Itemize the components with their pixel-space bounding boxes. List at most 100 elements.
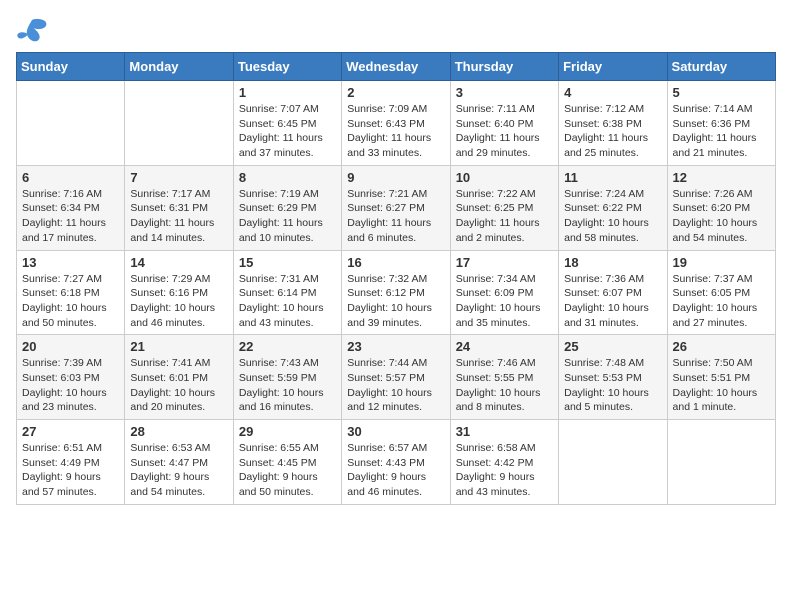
header-sunday: Sunday	[17, 53, 125, 81]
calendar-week-4: 20 Sunrise: 7:39 AM Sunset: 6:03 PM Dayli…	[17, 335, 776, 420]
day-number: 18	[564, 255, 661, 270]
day-number: 15	[239, 255, 336, 270]
header-wednesday: Wednesday	[342, 53, 450, 81]
calendar-cell: 27 Sunrise: 6:51 AM Sunset: 4:49 PM Dayli…	[17, 420, 125, 505]
day-info: Sunrise: 6:55 AM Sunset: 4:45 PM Dayligh…	[239, 441, 336, 500]
calendar-cell: 10Sunrise: 7:22 AM Sunset: 6:25 PM Dayli…	[450, 165, 558, 250]
day-number: 25	[564, 339, 661, 354]
day-number: 17	[456, 255, 553, 270]
day-number: 22	[239, 339, 336, 354]
day-info: Sunrise: 6:58 AM Sunset: 4:42 PM Dayligh…	[456, 441, 553, 500]
calendar-cell: 2Sunrise: 7:09 AM Sunset: 6:43 PM Daylig…	[342, 81, 450, 166]
calendar-cell: 16 Sunrise: 7:32 AM Sunset: 6:12 PM Dayli…	[342, 250, 450, 335]
calendar-cell: 26 Sunrise: 7:50 AM Sunset: 5:51 PM Dayli…	[667, 335, 775, 420]
calendar-cell: 24 Sunrise: 7:46 AM Sunset: 5:55 PM Dayli…	[450, 335, 558, 420]
calendar-week-1: 1 Sunrise: 7:07 AM Sunset: 6:45 PM Daylig…	[17, 81, 776, 166]
header-friday: Friday	[559, 53, 667, 81]
day-number: 11	[564, 170, 661, 185]
day-info: Sunrise: 7:16 AM Sunset: 6:34 PM Dayligh…	[22, 187, 119, 246]
calendar-cell: 25 Sunrise: 7:48 AM Sunset: 5:53 PM Dayli…	[559, 335, 667, 420]
day-info: Sunrise: 7:36 AM Sunset: 6:07 PM Dayligh…	[564, 272, 661, 331]
day-info: Sunrise: 6:57 AM Sunset: 4:43 PM Dayligh…	[347, 441, 444, 500]
calendar-cell: 19Sunrise: 7:37 AM Sunset: 6:05 PM Dayli…	[667, 250, 775, 335]
calendar-cell: 9Sunrise: 7:21 AM Sunset: 6:27 PM Daylig…	[342, 165, 450, 250]
day-number: 13	[22, 255, 119, 270]
calendar-cell	[559, 420, 667, 505]
calendar-table: SundayMondayTuesdayWednesdayThursdayFrid…	[16, 52, 776, 505]
day-info: Sunrise: 7:34 AM Sunset: 6:09 PM Dayligh…	[456, 272, 553, 331]
day-info: Sunrise: 7:24 AM Sunset: 6:22 PM Dayligh…	[564, 187, 661, 246]
day-info: Sunrise: 7:19 AM Sunset: 6:29 PM Dayligh…	[239, 187, 336, 246]
calendar-cell: 15 Sunrise: 7:31 AM Sunset: 6:14 PM Dayli…	[233, 250, 341, 335]
calendar-cell	[667, 420, 775, 505]
day-info: Sunrise: 7:31 AM Sunset: 6:14 PM Dayligh…	[239, 272, 336, 331]
calendar-cell	[17, 81, 125, 166]
day-info: Sunrise: 6:51 AM Sunset: 4:49 PM Dayligh…	[22, 441, 119, 500]
day-info: Sunrise: 7:27 AM Sunset: 6:18 PM Dayligh…	[22, 272, 119, 331]
header-saturday: Saturday	[667, 53, 775, 81]
day-number: 4	[564, 85, 661, 100]
calendar-cell: 7 Sunrise: 7:17 AM Sunset: 6:31 PM Daylig…	[125, 165, 233, 250]
day-info: Sunrise: 7:41 AM Sunset: 6:01 PM Dayligh…	[130, 356, 227, 415]
day-info: Sunrise: 7:26 AM Sunset: 6:20 PM Dayligh…	[673, 187, 770, 246]
calendar-cell: 23 Sunrise: 7:44 AM Sunset: 5:57 PM Dayli…	[342, 335, 450, 420]
day-number: 26	[673, 339, 770, 354]
day-number: 3	[456, 85, 553, 100]
calendar-cell: 17 Sunrise: 7:34 AM Sunset: 6:09 PM Dayli…	[450, 250, 558, 335]
day-info: Sunrise: 7:32 AM Sunset: 6:12 PM Dayligh…	[347, 272, 444, 331]
day-info: Sunrise: 7:44 AM Sunset: 5:57 PM Dayligh…	[347, 356, 444, 415]
day-number: 9	[347, 170, 444, 185]
day-info: Sunrise: 7:50 AM Sunset: 5:51 PM Dayligh…	[673, 356, 770, 415]
calendar-cell: 18 Sunrise: 7:36 AM Sunset: 6:07 PM Dayli…	[559, 250, 667, 335]
day-number: 29	[239, 424, 336, 439]
header-monday: Monday	[125, 53, 233, 81]
page-header	[16, 16, 776, 44]
calendar-cell: 21 Sunrise: 7:41 AM Sunset: 6:01 PM Dayli…	[125, 335, 233, 420]
day-number: 2	[347, 85, 444, 100]
calendar-cell: 31 Sunrise: 6:58 AM Sunset: 4:42 PM Dayli…	[450, 420, 558, 505]
calendar-cell: 20 Sunrise: 7:39 AM Sunset: 6:03 PM Dayli…	[17, 335, 125, 420]
day-number: 16	[347, 255, 444, 270]
calendar-cell: 8 Sunrise: 7:19 AM Sunset: 6:29 PM Daylig…	[233, 165, 341, 250]
day-number: 8	[239, 170, 336, 185]
calendar-cell: 11 Sunrise: 7:24 AM Sunset: 6:22 PM Dayli…	[559, 165, 667, 250]
calendar-week-3: 13 Sunrise: 7:27 AM Sunset: 6:18 PM Dayli…	[17, 250, 776, 335]
day-number: 1	[239, 85, 336, 100]
header-tuesday: Tuesday	[233, 53, 341, 81]
day-info: Sunrise: 6:53 AM Sunset: 4:47 PM Dayligh…	[130, 441, 227, 500]
day-number: 7	[130, 170, 227, 185]
day-info: Sunrise: 7:48 AM Sunset: 5:53 PM Dayligh…	[564, 356, 661, 415]
day-info: Sunrise: 7:11 AM Sunset: 6:40 PM Dayligh…	[456, 102, 553, 161]
day-info: Sunrise: 7:29 AM Sunset: 6:16 PM Dayligh…	[130, 272, 227, 331]
calendar-cell	[125, 81, 233, 166]
day-number: 31	[456, 424, 553, 439]
day-number: 5	[673, 85, 770, 100]
day-number: 23	[347, 339, 444, 354]
day-number: 6	[22, 170, 119, 185]
day-number: 24	[456, 339, 553, 354]
logo	[16, 16, 52, 44]
calendar-week-2: 6 Sunrise: 7:16 AM Sunset: 6:34 PM Daylig…	[17, 165, 776, 250]
calendar-cell: 28Sunrise: 6:53 AM Sunset: 4:47 PM Dayli…	[125, 420, 233, 505]
calendar-cell: 22 Sunrise: 7:43 AM Sunset: 5:59 PM Dayli…	[233, 335, 341, 420]
calendar-cell: 14 Sunrise: 7:29 AM Sunset: 6:16 PM Dayli…	[125, 250, 233, 335]
day-number: 27	[22, 424, 119, 439]
day-number: 19	[673, 255, 770, 270]
day-number: 21	[130, 339, 227, 354]
calendar-cell: 1 Sunrise: 7:07 AM Sunset: 6:45 PM Daylig…	[233, 81, 341, 166]
calendar-cell: 12Sunrise: 7:26 AM Sunset: 6:20 PM Dayli…	[667, 165, 775, 250]
day-info: Sunrise: 7:46 AM Sunset: 5:55 PM Dayligh…	[456, 356, 553, 415]
calendar-cell: 3 Sunrise: 7:11 AM Sunset: 6:40 PM Daylig…	[450, 81, 558, 166]
day-info: Sunrise: 7:14 AM Sunset: 6:36 PM Dayligh…	[673, 102, 770, 161]
calendar-cell: 6 Sunrise: 7:16 AM Sunset: 6:34 PM Daylig…	[17, 165, 125, 250]
day-number: 14	[130, 255, 227, 270]
day-info: Sunrise: 7:17 AM Sunset: 6:31 PM Dayligh…	[130, 187, 227, 246]
logo-bird-icon	[16, 16, 48, 44]
calendar-cell: 29 Sunrise: 6:55 AM Sunset: 4:45 PM Dayli…	[233, 420, 341, 505]
day-info: Sunrise: 7:07 AM Sunset: 6:45 PM Dayligh…	[239, 102, 336, 161]
day-info: Sunrise: 7:43 AM Sunset: 5:59 PM Dayligh…	[239, 356, 336, 415]
day-info: Sunrise: 7:39 AM Sunset: 6:03 PM Dayligh…	[22, 356, 119, 415]
calendar-cell: 4Sunrise: 7:12 AM Sunset: 6:38 PM Daylig…	[559, 81, 667, 166]
day-number: 20	[22, 339, 119, 354]
day-number: 10	[456, 170, 553, 185]
